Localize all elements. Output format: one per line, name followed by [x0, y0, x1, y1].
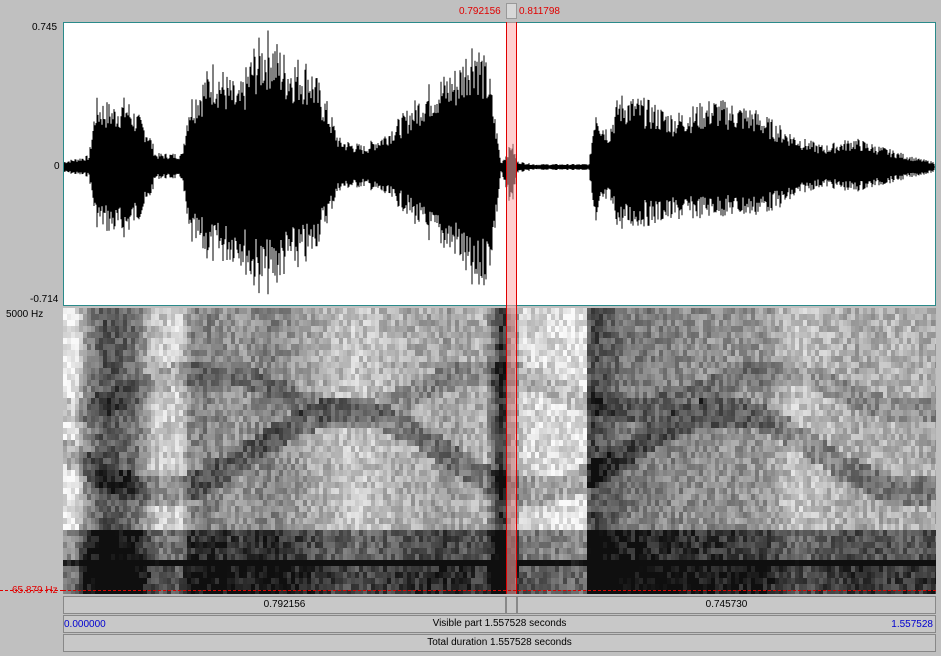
spectrogram-cells [63, 308, 936, 594]
waveform-max-label: 0.745 [32, 22, 58, 33]
selection-duration-marker [506, 3, 517, 19]
spectrogram-max-freq-label: 5000 Hz [6, 309, 44, 320]
spectrogram-plot [63, 308, 936, 594]
spectrogram-panel[interactable] [63, 308, 936, 594]
window-start-time: 0.000000 [64, 619, 106, 630]
selection-time-bar[interactable] [506, 596, 517, 614]
waveform-plot [64, 30, 935, 295]
spectrogram-floor-line [63, 590, 936, 591]
waveform-zero-label: 0 [54, 161, 60, 172]
time-before-selection-bar[interactable]: 0.792156 [63, 596, 506, 614]
total-duration-label: Total duration 1.557528 seconds [427, 637, 572, 648]
waveform-min-label: -0.714 [30, 294, 59, 305]
time-after-selection-value: 0.745730 [705, 599, 748, 610]
visible-part-bar[interactable]: Visible part 1.557528 seconds [63, 615, 936, 633]
window-end-time: 1.557528 [891, 619, 933, 630]
selection-end-time: 0.811798 [519, 6, 560, 17]
waveform-trace [64, 30, 935, 295]
selection-start-time: 0.792156 [459, 6, 501, 17]
selection-overlay[interactable] [506, 22, 517, 594]
waveform-panel[interactable] [63, 22, 936, 306]
time-after-selection-bar[interactable]: 0.745730 [517, 596, 936, 614]
time-before-selection-value: 0.792156 [263, 599, 306, 610]
visible-part-label: Visible part 1.557528 seconds [432, 618, 567, 629]
min-freq-cursor-line [0, 590, 63, 591]
total-duration-bar[interactable]: Total duration 1.557528 seconds [63, 634, 936, 652]
